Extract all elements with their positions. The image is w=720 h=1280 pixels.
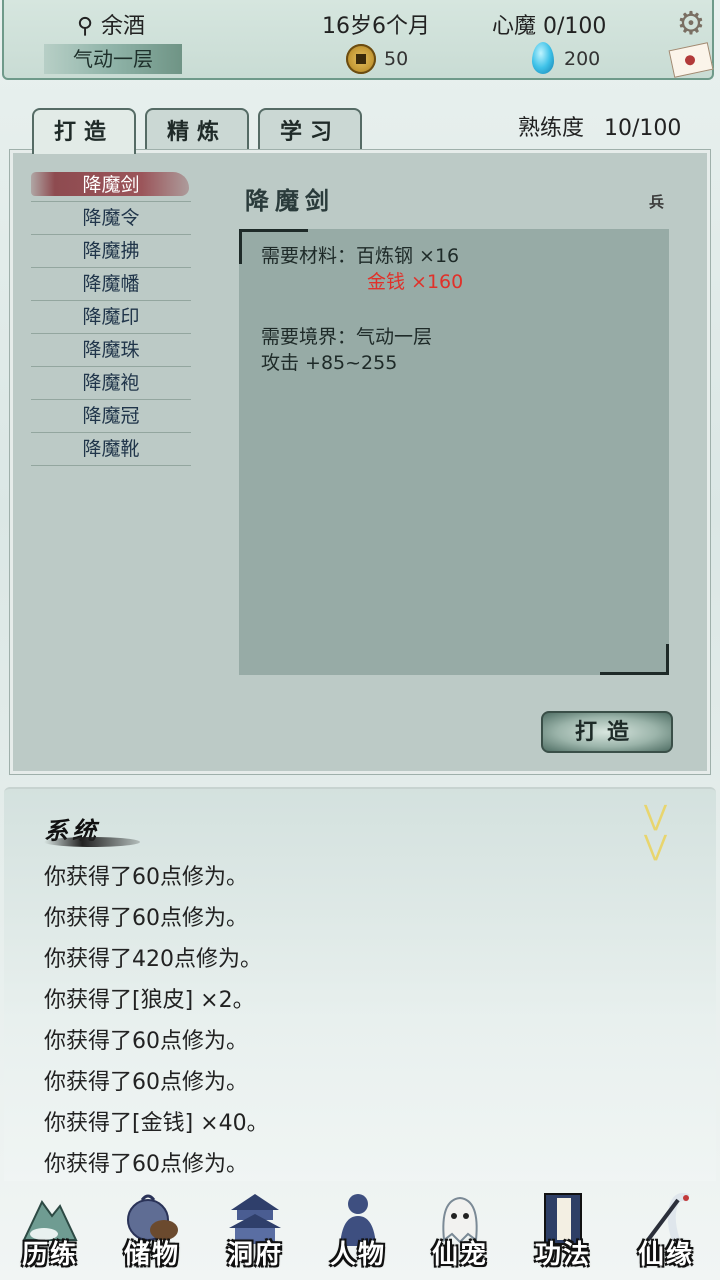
attack-stat: 攻击 +85~255 — [261, 352, 398, 374]
recipe-item[interactable]: 降魔拂 — [31, 235, 191, 268]
realm-requirement: 需要境界：气动一层 — [261, 326, 433, 348]
nav-techniques[interactable]: 功法 — [515, 1186, 611, 1280]
heart-demon-text: 心魔 0/100 — [492, 14, 607, 39]
material-requirement: 需要材料：百炼钢 ×16 — [261, 245, 460, 267]
log-entry: 你获得了[金钱] ×40。 — [44, 1111, 269, 1136]
chevron-down-icon[interactable]: ⋁ ⋁ — [644, 801, 667, 861]
recipe-item[interactable]: 降魔靴 — [31, 433, 191, 466]
bottom-nav: 历练 储物 洞府 人物 仙宠 功法 仙缘 — [0, 1186, 720, 1280]
nav-pet[interactable]: 仙宠 — [412, 1186, 508, 1280]
spirit-stone-count: 200 — [564, 48, 601, 70]
recipe-list: 降魔剑 降魔令 降魔拂 降魔幡 降魔印 降魔珠 降魔袍 降魔冠 降魔靴 — [31, 169, 191, 466]
realm-badge: 气动一层 — [44, 44, 182, 74]
recipe-item[interactable]: 降魔珠 — [31, 334, 191, 367]
coin-count: 50 — [384, 48, 409, 70]
log-entry: 你获得了60点修为。 — [44, 1029, 248, 1054]
proficiency-value: 10/100 — [604, 116, 682, 141]
recipe-item[interactable]: 降魔幡 — [31, 268, 191, 301]
coin-icon — [346, 44, 376, 74]
age-text: 16岁6个月 — [322, 14, 430, 39]
system-log: 系统 ⋁ ⋁ 你获得了60点修为。 你获得了60点修为。 你获得了420点修为。 … — [4, 787, 716, 1181]
log-entry: 你获得了60点修为。 — [44, 906, 248, 931]
money-requirement: 金钱 ×160 — [367, 271, 464, 293]
corner-decoration — [600, 644, 669, 675]
log-entry: 你获得了420点修为。 — [44, 947, 262, 972]
tab-refine[interactable]: 精炼 — [145, 108, 249, 152]
item-type-tag: 兵 — [649, 193, 665, 211]
settings-gear-icon[interactable]: ⚙ — [674, 6, 708, 40]
recipe-item[interactable]: 降魔冠 — [31, 400, 191, 433]
gender-icon: ⚲ — [76, 14, 94, 39]
recipe-item[interactable]: 降魔剑 — [31, 169, 191, 202]
mail-icon[interactable] — [668, 42, 714, 78]
log-title: 系统 — [44, 811, 140, 847]
recipe-item[interactable]: 降魔令 — [31, 202, 191, 235]
proficiency-label: 熟练度 — [518, 116, 585, 141]
tab-forge[interactable]: 打造 — [32, 108, 136, 154]
log-entry: 你获得了60点修为。 — [44, 1152, 248, 1177]
nav-training[interactable]: 历练 — [2, 1186, 98, 1280]
nav-character[interactable]: 人物 — [310, 1186, 406, 1280]
recipe-item[interactable]: 降魔袍 — [31, 367, 191, 400]
proficiency: 熟练度 10/100 — [518, 110, 681, 142]
forge-button[interactable]: 打造 — [541, 711, 673, 753]
tab-learn[interactable]: 学习 — [258, 108, 362, 152]
log-entry: 你获得了60点修为。 — [44, 865, 248, 890]
recipe-item[interactable]: 降魔印 — [31, 301, 191, 334]
log-entry: 你获得了[狼皮] ×2。 — [44, 988, 255, 1013]
log-entry: 你获得了60点修为。 — [44, 1070, 248, 1095]
nav-fortune[interactable]: 仙缘 — [618, 1186, 714, 1280]
log-entries[interactable]: 你获得了60点修为。 你获得了60点修为。 你获得了420点修为。 你获得了[狼… — [44, 859, 269, 1187]
player-name[interactable]: ⚲ 余酒 — [76, 8, 145, 40]
nav-storage[interactable]: 储物 — [104, 1186, 200, 1280]
item-title: 降魔剑 — [245, 186, 335, 215]
status-bar: ⚲ 余酒 气动一层 16岁6个月 心魔 0/100 ⚙ 50 200 — [2, 0, 714, 80]
item-description-box: 需要材料：百炼钢 ×16 金钱 ×160 需要境界：气动一层 攻击 +85~25… — [239, 229, 669, 675]
forge-panel: 降魔剑 降魔令 降魔拂 降魔幡 降魔印 降魔珠 降魔袍 降魔冠 降魔靴 降魔剑 … — [9, 149, 711, 775]
nav-cave[interactable]: 洞府 — [207, 1186, 303, 1280]
spirit-stone-icon — [532, 42, 554, 74]
